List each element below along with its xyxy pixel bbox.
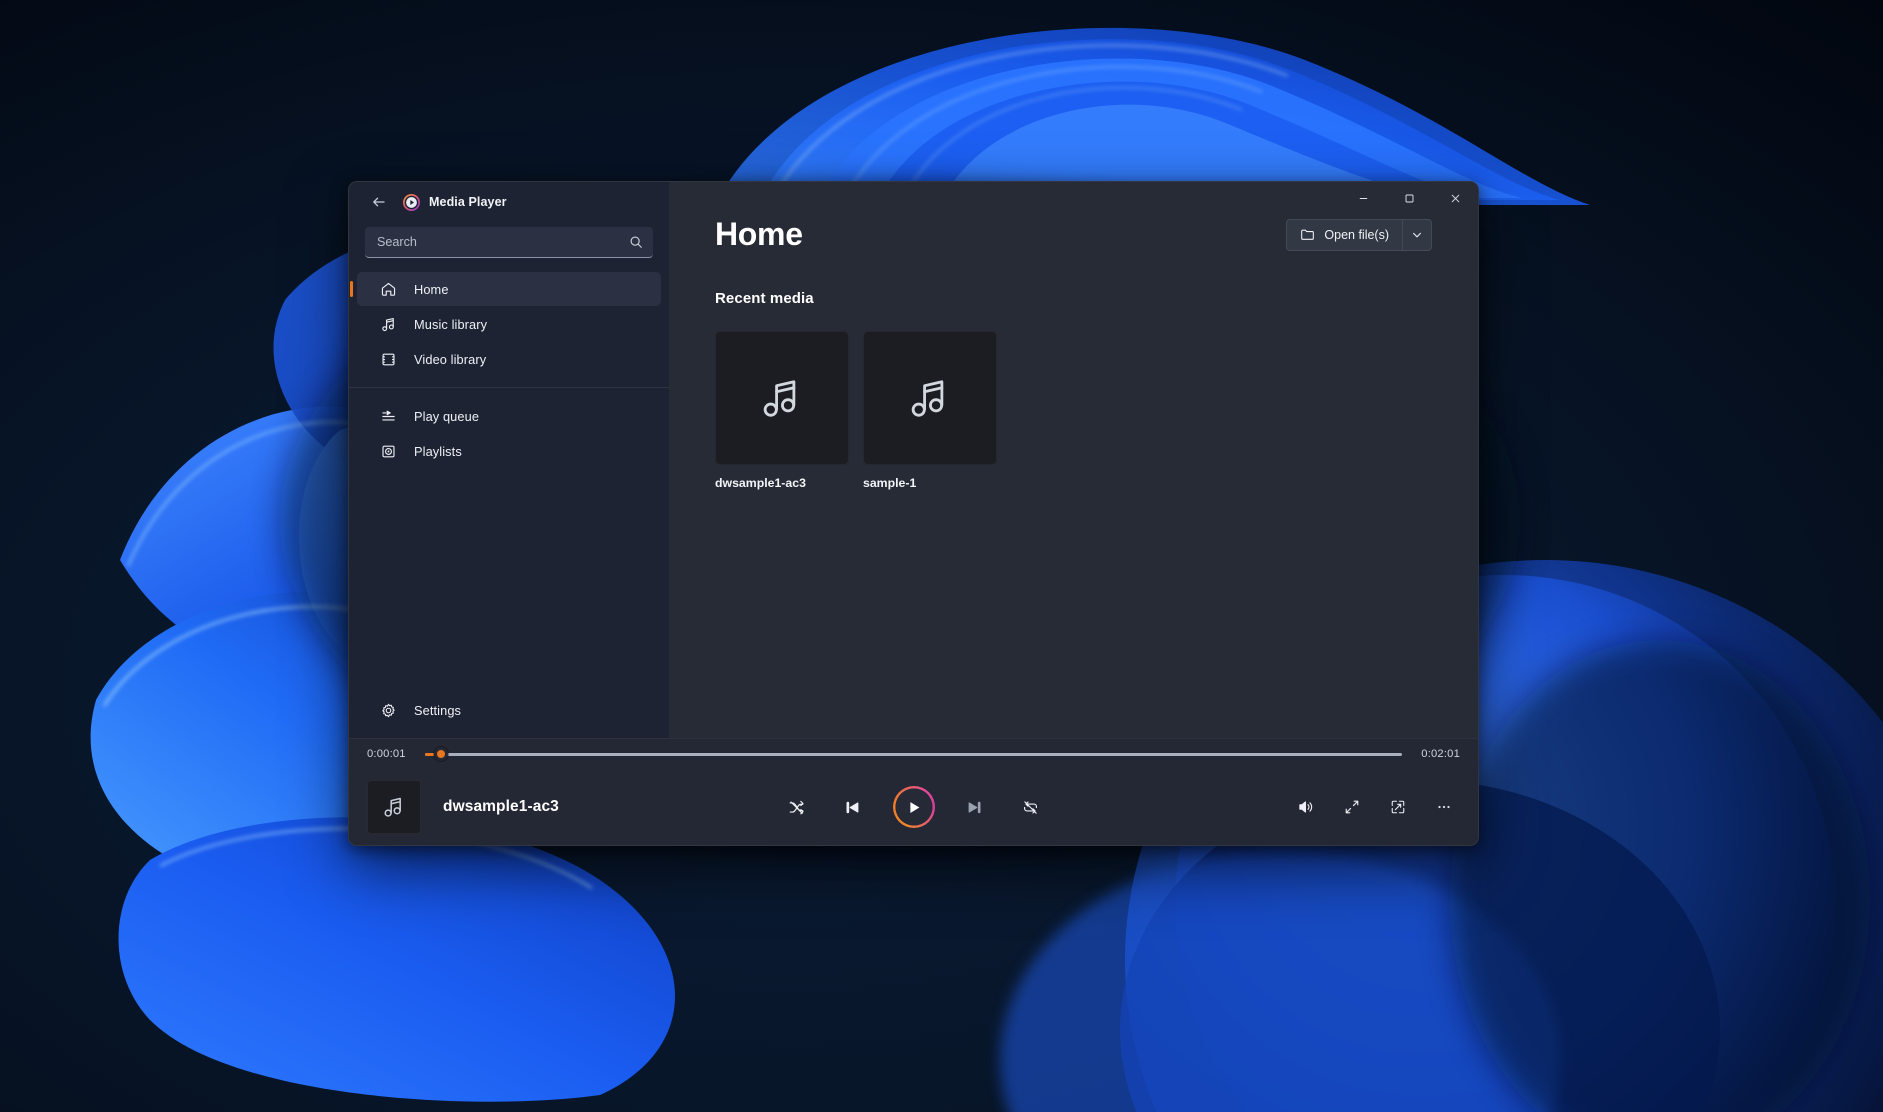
- volume-button[interactable]: [1290, 791, 1322, 823]
- media-player-icon: [403, 193, 420, 211]
- search-container: [349, 222, 669, 258]
- maximize-button[interactable]: [1386, 182, 1432, 214]
- content-area: Home Open file(s) Recent media dwsample1…: [669, 182, 1478, 738]
- minimize-button[interactable]: [1340, 182, 1386, 214]
- open-files-button[interactable]: Open file(s): [1287, 219, 1403, 250]
- repeat-button[interactable]: [1015, 791, 1047, 823]
- app-identity: Media Player: [403, 193, 507, 211]
- sidebar-item-play-queue[interactable]: Play queue: [357, 399, 661, 433]
- shuffle-icon: [789, 800, 804, 814]
- sidebar-item-label: Play queue: [414, 408, 480, 424]
- playlists-icon: [379, 442, 397, 460]
- sidebar: Media Player H: [349, 182, 669, 738]
- shuffle-button[interactable]: [781, 791, 813, 823]
- fullscreen-button[interactable]: [1336, 791, 1368, 823]
- video-frame-icon: [379, 350, 397, 368]
- close-button[interactable]: [1432, 182, 1478, 214]
- seek-slider[interactable]: [425, 747, 1402, 761]
- search-input[interactable]: [377, 235, 629, 249]
- media-tile-title: dwsample1-ac3: [715, 476, 806, 490]
- player-bar: 0:00:01 0:02:01 dwsample1-ac3: [349, 738, 1478, 845]
- sidebar-item-label: Settings: [414, 702, 462, 718]
- play-icon: [910, 801, 920, 813]
- sidebar-item-video-library[interactable]: Video library: [357, 342, 661, 376]
- more-options-icon: [1438, 805, 1450, 809]
- more-options-button[interactable]: [1428, 791, 1460, 823]
- volume-icon: [1299, 801, 1313, 813]
- previous-button[interactable]: [837, 791, 869, 823]
- chevron-down-icon: [1413, 232, 1421, 237]
- back-button[interactable]: [363, 186, 395, 218]
- sidebar-divider: [349, 387, 669, 388]
- content-inner: Home Open file(s) Recent media dwsample1…: [669, 216, 1478, 738]
- music-note-icon: [384, 797, 401, 817]
- home-icon: [379, 280, 397, 298]
- sidebar-item-music-library[interactable]: Music library: [357, 307, 661, 341]
- media-tile-title: sample-1: [863, 476, 917, 490]
- music-note-icon: [911, 380, 944, 417]
- window-body: Media Player H: [349, 182, 1478, 738]
- duration-time: 0:02:01: [1421, 748, 1460, 760]
- gear-icon: [379, 701, 397, 719]
- folder-icon: [1301, 229, 1315, 240]
- play-queue-icon: [379, 407, 397, 425]
- sidebar-item-label: Music library: [414, 316, 488, 332]
- sidebar-item-settings[interactable]: Settings: [357, 693, 661, 727]
- recent-media-grid: dwsample1-ac3 sample-1: [715, 331, 1432, 490]
- media-tile-artwork: [863, 331, 997, 465]
- now-playing: dwsample1-ac3: [367, 780, 697, 834]
- minimize-icon: [1359, 197, 1367, 199]
- play-button[interactable]: [892, 786, 935, 828]
- elapsed-time: 0:00:01: [367, 748, 406, 760]
- fullscreen-icon: [1345, 800, 1359, 814]
- page-header: Home Open file(s): [715, 216, 1432, 253]
- close-icon: [1451, 194, 1459, 202]
- repeat-off-icon: [1024, 800, 1037, 814]
- media-tile[interactable]: dwsample1-ac3: [715, 331, 849, 490]
- open-files-caret-button[interactable]: [1403, 220, 1431, 250]
- maximize-icon: [1405, 194, 1413, 202]
- next-icon: [968, 801, 981, 813]
- search-box[interactable]: [365, 227, 653, 258]
- media-tile-artwork: [715, 331, 849, 465]
- open-files-split-button: Open file(s): [1286, 218, 1432, 251]
- seek-thumb[interactable]: [433, 747, 448, 761]
- sidebar-footer: Settings: [349, 693, 669, 738]
- sidebar-item-label: Home: [414, 281, 449, 297]
- now-playing-artwork: [367, 780, 421, 834]
- miniplayer-button[interactable]: [1382, 791, 1414, 823]
- next-button[interactable]: [959, 791, 991, 823]
- page-title: Home: [715, 216, 803, 252]
- music-note-icon: [379, 315, 397, 333]
- sidebar-item-label: Playlists: [414, 443, 462, 459]
- previous-icon: [846, 801, 859, 813]
- sidebar-header: Media Player: [349, 182, 669, 222]
- sidebar-nav: Home Music library Video library Play qu…: [349, 272, 669, 469]
- controls-row: dwsample1-ac3: [349, 769, 1478, 845]
- sidebar-item-playlists[interactable]: Playlists: [357, 434, 661, 468]
- media-player-window: Media Player H: [348, 181, 1479, 846]
- miniplayer-icon: [1391, 800, 1405, 814]
- section-title: Recent media: [715, 290, 814, 307]
- open-files-label: Open file(s): [1324, 227, 1389, 242]
- music-note-icon: [763, 380, 796, 417]
- app-title: Media Player: [429, 195, 507, 209]
- secondary-controls: [1290, 791, 1460, 823]
- seek-row: 0:00:01 0:02:01: [349, 739, 1478, 769]
- seek-track: [425, 752, 1402, 756]
- now-playing-title: dwsample1-ac3: [443, 798, 559, 815]
- back-arrow-icon: [373, 197, 385, 207]
- sidebar-item-home[interactable]: Home: [357, 272, 661, 306]
- sidebar-item-label: Video library: [414, 351, 487, 367]
- media-tile[interactable]: sample-1: [863, 331, 997, 490]
- search-icon[interactable]: [629, 235, 643, 249]
